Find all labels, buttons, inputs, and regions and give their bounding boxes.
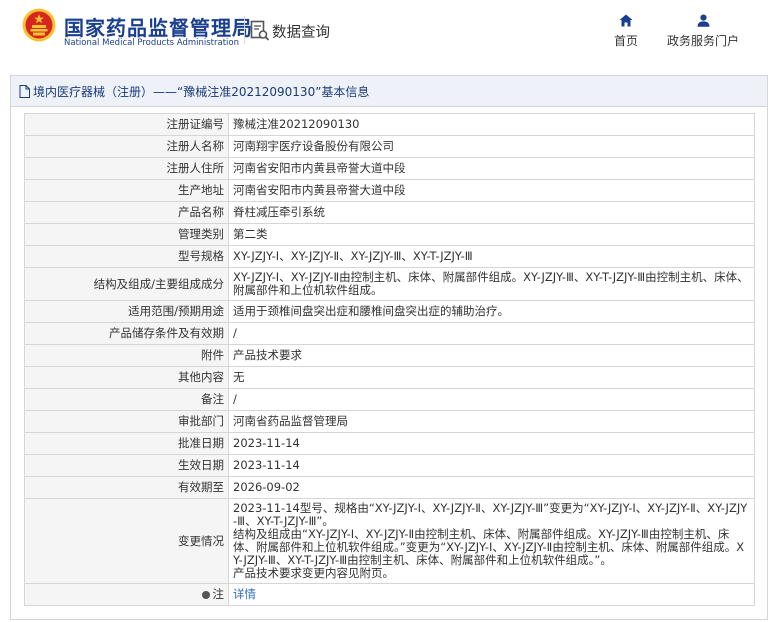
user-icon: [697, 14, 709, 27]
row-value: 河南省安阳市内黄县帝誉大道中段: [228, 157, 755, 180]
table-row: 注册人名称 河南翔宇医疗设备股份有限公司: [24, 135, 755, 158]
row-label: 附件: [24, 344, 229, 367]
row-value: /: [228, 322, 755, 345]
table-row: 产品储存条件及有效期 /: [24, 322, 755, 345]
row-value: 脊柱减压牵引系统: [228, 201, 755, 224]
row-value: 河南翔宇医疗设备股份有限公司: [228, 135, 755, 158]
table-row: 生产地址 河南省安阳市内黄县帝誉大道中段: [24, 179, 755, 202]
org-name-en: National Medical Products Administration: [64, 38, 239, 48]
row-value: 无: [228, 366, 755, 389]
row-label: 产品储存条件及有效期: [24, 322, 229, 345]
nav-service-portal[interactable]: 政务服务门户: [662, 14, 744, 49]
table-row: 管理类别 第二类: [24, 223, 755, 246]
pin-icon: [201, 590, 210, 599]
table-row: 生效日期 2023-11-14: [24, 454, 755, 477]
data-query-link[interactable]: 数据查询: [272, 21, 330, 42]
row-label: 生产地址: [24, 179, 229, 202]
registration-info-table: 注册证编号 豫械注准20212090130 注册人名称 河南翔宇医疗设备股份有限…: [24, 113, 755, 606]
change-details: 2023-11-14型号、规格由“XY-JZJY-Ⅰ、XY-JZJY-Ⅱ、XY-…: [228, 498, 755, 584]
row-label: 管理类别: [24, 223, 229, 246]
panel-title-bar: 境内医疗器械（注册）——“豫械注准20212090130”基本信息: [11, 76, 767, 107]
row-value: /: [228, 388, 755, 411]
row-label: 型号规格: [24, 245, 229, 268]
row-label: 适用范围/预期用途: [24, 300, 229, 323]
row-label: 产品名称: [24, 201, 229, 224]
row-label: 变更情况: [24, 498, 229, 584]
table-row-change: 变更情况 2023-11-14型号、规格由“XY-JZJY-Ⅰ、XY-JZJY-…: [24, 498, 755, 584]
table-row: 结构及组成/主要组成成分 XY-JZJY-Ⅰ、XY-JZJY-Ⅱ由控制主机、床体…: [24, 267, 755, 301]
change-line: 结构及组成由“XY-JZJY-Ⅰ、XY-JZJY-Ⅱ由控制主机、床体、附属部件组…: [233, 527, 745, 567]
header-divider: [244, 16, 245, 44]
table-row: 批准日期 2023-11-14: [24, 432, 755, 455]
org-name-cn: 国家药品监督管理局: [64, 16, 253, 40]
table-row: 附件 产品技术要求: [24, 344, 755, 367]
table-row: 适用范围/预期用途 适用于颈椎间盘突出症和腰椎间盘突出症的辅助治疗。: [24, 300, 755, 323]
row-value: 河南省安阳市内黄县帝誉大道中段: [228, 179, 755, 202]
row-label: 注册证编号: [24, 113, 229, 136]
table-row: 备注 /: [24, 388, 755, 411]
change-line: 2023-11-14型号、规格由“XY-JZJY-Ⅰ、XY-JZJY-Ⅱ、XY-…: [233, 501, 748, 528]
doc-icon: [19, 84, 30, 98]
national-emblem-icon: [22, 8, 56, 42]
table-row: 产品名称 脊柱减压牵引系统: [24, 201, 755, 224]
nav-home-label: 首页: [613, 34, 638, 48]
row-value: XY-JZJY-Ⅰ、XY-JZJY-Ⅱ、XY-JZJY-Ⅲ、XY-T-JZJY-…: [228, 245, 755, 268]
row-value: 产品技术要求: [228, 344, 755, 367]
panel-title: 境内医疗器械（注册）——“豫械注准20212090130”基本信息: [33, 84, 370, 99]
search-doc-icon[interactable]: [250, 20, 270, 42]
row-label: 结构及组成/主要组成成分: [24, 267, 229, 301]
row-value: 第二类: [228, 223, 755, 246]
note-label-cell: 注: [24, 583, 229, 606]
row-value: XY-JZJY-Ⅰ、XY-JZJY-Ⅱ由控制主机、床体、附属部件组成。XY-JZ…: [228, 267, 755, 301]
change-line: 产品技术要求变更内容见附页。: [233, 566, 394, 580]
detail-panel: 境内医疗器械（注册）——“豫械注准20212090130”基本信息 注册证编号 …: [10, 75, 768, 620]
table-row: 注册人住所 河南省安阳市内黄县帝誉大道中段: [24, 157, 755, 180]
row-label: 审批部门: [24, 410, 229, 433]
row-value: 2023-11-14: [228, 454, 755, 477]
row-value: 豫械注准20212090130: [228, 113, 755, 136]
row-value: 河南省药品监督管理局: [228, 410, 755, 433]
row-label: 生效日期: [24, 454, 229, 477]
table-row: 注册证编号 豫械注准20212090130: [24, 113, 755, 136]
row-label: 有效期至: [24, 476, 229, 499]
table-row: 审批部门 河南省药品监督管理局: [24, 410, 755, 433]
table-row: 型号规格 XY-JZJY-Ⅰ、XY-JZJY-Ⅱ、XY-JZJY-Ⅲ、XY-T-…: [24, 245, 755, 268]
row-label: 备注: [24, 388, 229, 411]
row-label: 注册人住所: [24, 157, 229, 180]
row-value: 2023-11-14: [228, 432, 755, 455]
nav-portal-label: 政务服务门户: [666, 34, 739, 48]
row-label: 注册人名称: [24, 135, 229, 158]
site-header: 国家药品监督管理局 National Medical Products Admi…: [0, 0, 769, 70]
details-link[interactable]: 详情: [233, 587, 256, 601]
nav-home[interactable]: 首页: [606, 14, 646, 49]
note-value-cell: 详情: [228, 583, 755, 606]
row-label: 注: [212, 587, 225, 601]
row-label: 批准日期: [24, 432, 229, 455]
table-row: 其他内容 无: [24, 366, 755, 389]
table-row: 有效期至 2026-09-02: [24, 476, 755, 499]
home-icon: [619, 14, 633, 27]
table-row-note: 注 详情: [24, 583, 755, 606]
row-value: 适用于颈椎间盘突出症和腰椎间盘突出症的辅助治疗。: [228, 300, 755, 323]
row-value: 2026-09-02: [228, 476, 755, 499]
row-label: 其他内容: [24, 366, 229, 389]
